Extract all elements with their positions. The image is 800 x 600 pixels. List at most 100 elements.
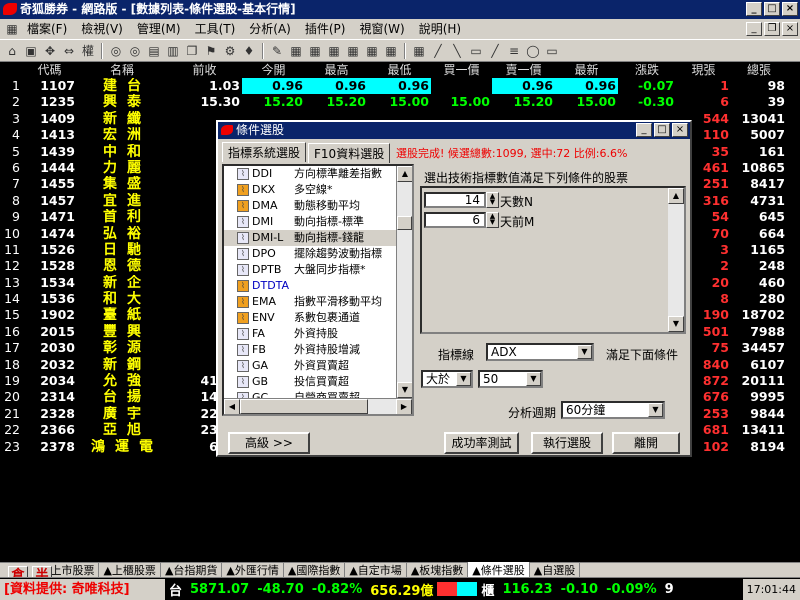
indicator-list-item[interactable]: ⌇ DPO 擺除趨勢波動指標 bbox=[224, 246, 412, 262]
params-vscrollbar[interactable]: ▲ ▼ bbox=[668, 188, 684, 332]
toolbar-icon[interactable]: ▦ bbox=[383, 43, 399, 59]
toolbar-icon[interactable]: ▭ bbox=[544, 43, 560, 59]
list-vscrollbar[interactable]: ▲ ▼ bbox=[396, 166, 412, 414]
toolbar-icon[interactable]: ◯ bbox=[525, 43, 541, 59]
param-m-input[interactable]: 6 bbox=[424, 212, 486, 228]
toolbar-icon[interactable]: 權 bbox=[80, 43, 96, 59]
toolbar-icon[interactable]: ✎ bbox=[269, 43, 285, 59]
threshold-select[interactable]: 50 ▼ bbox=[478, 370, 543, 388]
toolbar-icon[interactable]: ▦ bbox=[345, 43, 361, 59]
market-tab[interactable]: ▲條件選股 bbox=[468, 562, 530, 578]
column-header[interactable] bbox=[0, 62, 22, 78]
column-header[interactable]: 前收 bbox=[167, 62, 242, 78]
scroll-thumb[interactable] bbox=[397, 216, 412, 230]
column-header[interactable]: 賣一價 bbox=[492, 62, 555, 78]
market-tab[interactable]: ▲自定市場 bbox=[345, 562, 407, 578]
menu-window-real[interactable]: 視窗(W) bbox=[352, 19, 411, 39]
toolbar-icon[interactable]: ◎ bbox=[108, 43, 124, 59]
menu-manage[interactable]: 管理(M) bbox=[130, 19, 188, 39]
menu-plugins[interactable]: 插件(P) bbox=[298, 19, 353, 39]
toolbar-icon[interactable]: ▦ bbox=[326, 43, 342, 59]
tab-f10-screen[interactable]: F10資料選股 bbox=[308, 143, 391, 163]
column-header[interactable]: 最低 bbox=[368, 62, 431, 78]
toolbar-icon[interactable]: ✥ bbox=[42, 43, 58, 59]
toolbar-icon[interactable]: ▭ bbox=[468, 43, 484, 59]
toolbar-icon[interactable]: ♦ bbox=[241, 43, 257, 59]
chevron-down-icon[interactable]: ▼ bbox=[577, 345, 592, 359]
indicator-list-item[interactable]: ⌇ DMI-L 動向指標-錢龍 bbox=[224, 230, 412, 246]
params-scroll-down-icon[interactable]: ▼ bbox=[668, 316, 684, 332]
menu-tools[interactable]: 工具(T) bbox=[188, 19, 243, 39]
table-row[interactable]: 2 1235 興泰 15.30 15.20 15.20 15.00 15.00 15.20 15.… bbox=[0, 94, 800, 110]
scroll-left-icon[interactable]: ◀ bbox=[224, 399, 240, 414]
indicator-list[interactable]: ⌇ DDI 方向標準離差指數 ⌇ DKX 多空線* ⌇ DMA 動態移動平均 ⌇ DMI 動向指標-標… bbox=[222, 164, 414, 416]
run-screen-button[interactable]: 執行選股 bbox=[531, 432, 603, 454]
close-button[interactable]: × bbox=[782, 2, 798, 16]
menu-analysis[interactable]: 分析(A) bbox=[242, 19, 298, 39]
scroll-up-icon[interactable]: ▲ bbox=[397, 166, 412, 182]
menu-view[interactable]: 檢視(V) bbox=[74, 19, 130, 39]
indicator-list-item[interactable]: ⌇ DTDTA bbox=[224, 278, 412, 294]
toolbar-icon[interactable]: ⚙ bbox=[222, 43, 238, 59]
toolbar-icon[interactable]: ⌂ bbox=[4, 43, 20, 59]
toolbar-icon[interactable]: ▦ bbox=[307, 43, 323, 59]
param-m-spin-icon[interactable]: ▲ ▼ bbox=[486, 212, 499, 228]
market-tab[interactable]: ▲上櫃股票 bbox=[99, 562, 161, 578]
toolbar-icon[interactable]: ≡ bbox=[506, 43, 522, 59]
maximize-button[interactable]: □ bbox=[764, 2, 780, 16]
indicator-list-item[interactable]: ⌇ DMA 動態移動平均 bbox=[224, 198, 412, 214]
toolbar-icon[interactable]: ▣ bbox=[23, 43, 39, 59]
scroll-down-icon[interactable]: ▼ bbox=[397, 382, 412, 398]
hscroll-thumb[interactable] bbox=[240, 399, 368, 414]
toolbar-icon[interactable]: ▥ bbox=[165, 43, 181, 59]
toolbar-icon[interactable]: ◎ bbox=[127, 43, 143, 59]
column-header[interactable]: 最高 bbox=[305, 62, 368, 78]
param-n-spin-icon[interactable]: ▲ ▼ bbox=[486, 192, 499, 208]
indicator-list-item[interactable]: ⌇ DMI 動向指標-標準 bbox=[224, 214, 412, 230]
toolbar-icon[interactable]: ❐ bbox=[184, 43, 200, 59]
indicator-list-item[interactable]: ⌇ GA 外資買賣超 bbox=[224, 358, 412, 374]
indicator-list-item[interactable]: ⌇ DDI 方向標準離差指數 bbox=[224, 166, 412, 182]
menu-file[interactable]: 檔案(F) bbox=[20, 19, 74, 39]
minimize-button[interactable]: _ bbox=[746, 2, 762, 16]
toolbar-icon[interactable]: ╲ bbox=[449, 43, 465, 59]
indicator-list-item[interactable]: ⌇ DPTB 大盤同步指標* bbox=[224, 262, 412, 278]
list-hscrollbar[interactable]: ◀ ▶ bbox=[224, 398, 412, 414]
tab-indicator-screen[interactable]: 指標系統選股 bbox=[222, 142, 307, 162]
param-n-input[interactable]: 14 bbox=[424, 192, 486, 208]
column-header[interactable]: 總張 bbox=[731, 62, 787, 78]
advanced-button[interactable]: 高級 >> bbox=[228, 432, 310, 454]
column-header[interactable]: 代碼 bbox=[22, 62, 77, 78]
column-header[interactable]: 最新 bbox=[555, 62, 618, 78]
column-header[interactable]: 現張 bbox=[676, 62, 731, 78]
period-select[interactable]: 60分鐘 ▼ bbox=[561, 401, 665, 419]
indicator-list-item[interactable]: ⌇ ENV 系數包裹通道 bbox=[224, 310, 412, 326]
market-tab[interactable]: ▲板塊指數 bbox=[407, 562, 469, 578]
market-tab[interactable]: ▲台指期貨 bbox=[161, 562, 223, 578]
child-restore-button[interactable]: ❐ bbox=[764, 22, 780, 36]
scroll-right-icon[interactable]: ▶ bbox=[396, 399, 412, 414]
market-tab[interactable]: ▲外匯行情 bbox=[222, 562, 284, 578]
column-header[interactable]: 漲跌 bbox=[618, 62, 676, 78]
exit-button[interactable]: 離開 bbox=[612, 432, 680, 454]
table-row[interactable]: 1 1107 建台 1.03 0.96 0.96 0.96 0.96 0.96 -0.07 1 98 bbox=[0, 78, 800, 95]
dialog-maximize-button[interactable]: □ bbox=[654, 123, 670, 137]
indicator-list-item[interactable]: ⌇ FA 外資持股 bbox=[224, 326, 412, 342]
toolbar-icon[interactable]: ▦ bbox=[411, 43, 427, 59]
market-tab[interactable]: ▲國際指數 bbox=[284, 562, 346, 578]
market-tab[interactable]: ▲自選股 bbox=[530, 562, 581, 578]
column-header[interactable]: 名稱 bbox=[77, 62, 167, 78]
menu-help[interactable]: 說明(H) bbox=[412, 19, 468, 39]
params-scroll-up-icon[interactable]: ▲ bbox=[668, 188, 684, 204]
chevron-down-icon[interactable]: ▼ bbox=[456, 372, 471, 386]
toolbar-icon[interactable]: ⚑ bbox=[203, 43, 219, 59]
column-header[interactable]: 買一價 bbox=[431, 62, 492, 78]
chevron-down-icon[interactable]: ▼ bbox=[648, 403, 663, 417]
dialog-close-button[interactable]: × bbox=[672, 123, 688, 137]
toolbar-icon[interactable]: ▦ bbox=[364, 43, 380, 59]
success-rate-test-button[interactable]: 成功率測試 bbox=[444, 432, 519, 454]
indicator-list-item[interactable]: ⌇ GB 投信買賣超 bbox=[224, 374, 412, 390]
compare-select[interactable]: 大於 ▼ bbox=[421, 370, 473, 388]
indicator-line-select[interactable]: ADX ▼ bbox=[486, 343, 594, 361]
column-header[interactable]: 今開 bbox=[242, 62, 305, 78]
